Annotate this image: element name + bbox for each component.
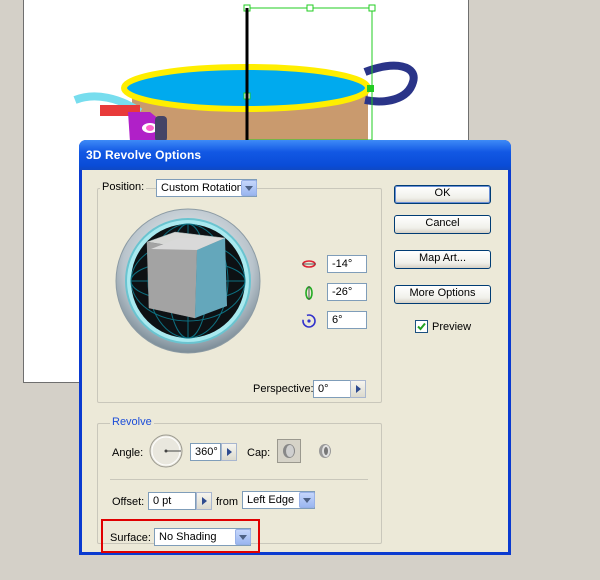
position-preset-value: Custom Rotation xyxy=(161,182,243,194)
selection-anchor xyxy=(367,85,374,92)
from-edge-value: Left Edge xyxy=(247,494,295,506)
dialog-body: Position: Custom Rotation -14° -26° 6° P… xyxy=(82,170,508,552)
offset-input[interactable]: 0 pt xyxy=(148,492,196,510)
position-label: Position: xyxy=(100,181,147,193)
y-rotation-input[interactable]: -26° xyxy=(327,283,367,301)
angle-input[interactable]: 360° xyxy=(190,443,221,461)
x-rotation-icon xyxy=(301,256,317,272)
spoon-ring-inner xyxy=(146,125,154,131)
surface-highlight-box xyxy=(101,519,260,553)
x-rotation-input[interactable]: -14° xyxy=(327,255,367,273)
from-edge-select[interactable]: Left Edge xyxy=(242,491,315,509)
from-label: from xyxy=(216,496,238,508)
selection-handle xyxy=(306,4,314,12)
revolve-divider xyxy=(110,479,368,480)
revolve-label: Revolve xyxy=(110,416,154,428)
cap-solid-icon xyxy=(283,444,295,458)
cap-hollow-icon xyxy=(319,444,331,458)
angle-slider-button[interactable] xyxy=(221,443,237,461)
checkmark-icon xyxy=(417,322,426,331)
cancel-button[interactable]: Cancel xyxy=(394,215,491,234)
map-art-button[interactable]: Map Art... xyxy=(394,250,491,269)
cap-label: Cap: xyxy=(247,447,271,459)
dialog-titlebar[interactable]: 3D Revolve Options xyxy=(79,140,511,170)
offset-slider-button[interactable] xyxy=(196,492,212,510)
perspective-label: Perspective: xyxy=(253,383,314,395)
z-rotation-input[interactable]: 6° xyxy=(327,311,367,329)
chevron-down-icon[interactable] xyxy=(299,492,315,508)
perspective-input[interactable]: 0° xyxy=(313,380,351,398)
angle-label: Angle: xyxy=(112,447,144,459)
cube-preview xyxy=(146,231,227,319)
cap-off-button[interactable] xyxy=(314,440,336,462)
angle-dial[interactable] xyxy=(148,433,184,469)
y-rotation-icon xyxy=(301,285,317,301)
dialog-title: 3D Revolve Options xyxy=(86,148,202,162)
selection-handle xyxy=(368,4,376,12)
more-options-button[interactable]: More Options xyxy=(394,285,491,304)
rotation-trackball[interactable] xyxy=(115,208,261,354)
z-rotation-icon xyxy=(301,313,317,329)
cap-on-button[interactable] xyxy=(277,439,301,463)
ok-button[interactable]: OK xyxy=(394,185,491,204)
spoon-handle-dark xyxy=(155,116,167,142)
dialog-window: 3D Revolve Options Position: Custom Rota… xyxy=(79,140,511,555)
offset-label: Offset: xyxy=(112,496,145,508)
perspective-slider-button[interactable] xyxy=(350,380,366,398)
position-preset-select[interactable]: Custom Rotation xyxy=(156,179,257,197)
chevron-down-icon[interactable] xyxy=(241,180,257,196)
preview-checkbox[interactable] xyxy=(415,320,428,333)
preview-label: Preview xyxy=(432,321,472,333)
